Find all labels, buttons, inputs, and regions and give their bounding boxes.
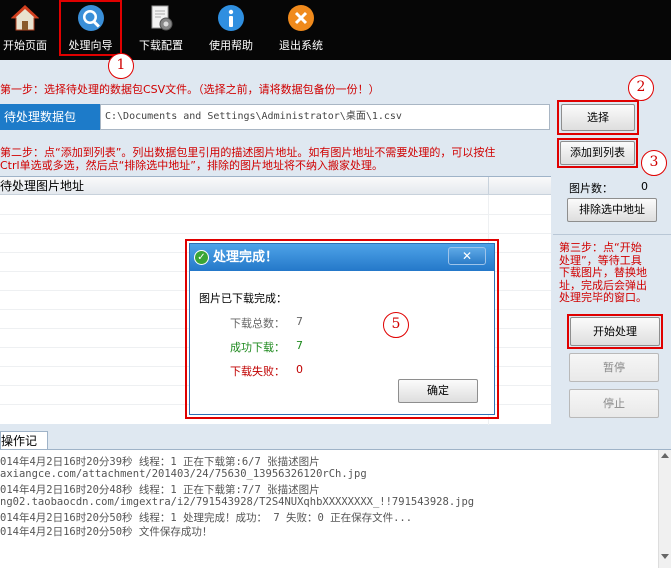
toolbar-start-page[interactable]: 开始页面 bbox=[0, 0, 50, 58]
check-icon: ✓ bbox=[194, 250, 209, 265]
pause-button[interactable]: 暂停 bbox=[569, 353, 659, 382]
step2-instruction-line2: Ctrl单选或多选，然后点“排除选中地址”，排除的图片地址将不纳入搬家处理。 bbox=[0, 159, 383, 172]
row-divider bbox=[0, 214, 551, 215]
exit-icon bbox=[288, 5, 314, 31]
close-button[interactable]: ✕ bbox=[448, 247, 486, 265]
fail-value: 0 bbox=[296, 363, 303, 376]
fail-label: 下载失败： bbox=[230, 365, 285, 378]
toolbar-label: 开始页面 bbox=[3, 39, 47, 52]
toolbar-download-config[interactable]: 下载配置 bbox=[130, 0, 192, 58]
right-control-panel: 图片数： 0 排除选中地址 第三步：点“开始 处理”，等待工具 下载图片，替换地… bbox=[553, 176, 671, 424]
step3-instruction: 第三步：点“开始 处理”，等待工具 下载图片，替换地 址，完成后会弹出 处理完毕… bbox=[559, 241, 647, 305]
log-line: 014年4月2日16时20分48秒 线程：1 正在下载第:7/7 张描述图片 bbox=[0, 484, 320, 496]
add-to-list-button[interactable]: 添加到列表 bbox=[560, 141, 635, 165]
log-scrollbar[interactable] bbox=[658, 450, 671, 568]
annotation-marker-2: 2 bbox=[628, 75, 654, 101]
select-file-button[interactable]: 选择 bbox=[561, 104, 635, 131]
log-panel: 014年4月2日16时20分39秒 线程：1 正在下载第:6/7 张描述图片 a… bbox=[0, 449, 671, 568]
stop-button[interactable]: 停止 bbox=[569, 389, 659, 418]
start-processing-button[interactable]: 开始处理 bbox=[570, 317, 660, 346]
column-divider bbox=[488, 177, 489, 195]
scroll-down-arrow-icon[interactable] bbox=[661, 554, 669, 559]
annotation-marker-5: 5 bbox=[383, 312, 409, 338]
log-line: 014年4月2日16时20分50秒 文件保存成功！ bbox=[0, 526, 213, 538]
annotation-marker-1: 1 bbox=[108, 53, 134, 79]
list-header: 待处理图片地址 bbox=[0, 177, 551, 195]
completion-dialog: 处理完成！ ✓ ✕ 图片已下载完成： 下载总数： 7 成功下载： 7 下载失败：… bbox=[189, 243, 495, 415]
toolbar-exit[interactable]: 退出系统 bbox=[270, 0, 332, 58]
toolbar-label: 使用帮助 bbox=[209, 39, 253, 52]
tab-operation-log[interactable]: 操作记录 bbox=[0, 431, 48, 466]
step3-line: 第三步：点“开始 bbox=[559, 241, 642, 254]
ok-button[interactable]: 确定 bbox=[398, 379, 478, 403]
success-value: 7 bbox=[296, 339, 303, 352]
scroll-up-arrow-icon[interactable] bbox=[661, 453, 669, 458]
total-value: 7 bbox=[296, 315, 303, 328]
toolbar-label: 退出系统 bbox=[279, 39, 323, 52]
list-header-label: 待处理图片地址 bbox=[0, 179, 85, 193]
log-line: ng02.taobaocdn.com/imgextra/i2/791543928… bbox=[0, 496, 475, 508]
gear-document-icon bbox=[151, 5, 173, 31]
image-count-value: 0 bbox=[641, 180, 648, 193]
total-label: 下载总数： bbox=[230, 317, 285, 330]
data-package-label: 待处理数据包 bbox=[0, 104, 100, 130]
house-icon bbox=[11, 5, 39, 31]
row-divider bbox=[0, 233, 551, 234]
csv-path-field[interactable]: C:\Documents and Settings\Administrator\… bbox=[100, 104, 550, 130]
toolbar-label: 下载配置 bbox=[139, 39, 183, 52]
success-label: 成功下载： bbox=[230, 341, 285, 354]
exclude-selected-button[interactable]: 排除选中地址 bbox=[567, 198, 657, 222]
dialog-title-text: 处理完成！ bbox=[213, 250, 279, 265]
log-line: axiangce.com/attachment/201403/24/75630_… bbox=[0, 468, 367, 480]
toolbar-help[interactable]: 使用帮助 bbox=[200, 0, 262, 58]
log-line: 014年4月2日16时20分39秒 线程：1 正在下载第:6/7 张描述图片 bbox=[0, 456, 320, 468]
wizard-highlight-box bbox=[59, 0, 122, 56]
toolbar: 开始页面 处理向导 下载配置 使用帮助 退出系统 bbox=[0, 0, 671, 60]
panel-divider bbox=[553, 234, 671, 235]
log-line: 014年4月2日16时20分50秒 线程：1 处理完成！成功： 7 失败：0 正… bbox=[0, 512, 413, 524]
image-count-label: 图片数： bbox=[569, 182, 613, 195]
annotation-marker-3: 3 bbox=[641, 150, 667, 176]
step3-line: 下载图片，替换地 bbox=[559, 266, 647, 279]
dialog-heading: 图片已下载完成： bbox=[199, 292, 287, 305]
step3-line: 处理完毕的窗口。 bbox=[559, 291, 647, 304]
info-icon bbox=[218, 5, 244, 31]
step1-instruction: 第一步：选择待处理的数据包CSV文件。（选择之前，请将数据包备份一份！） bbox=[0, 83, 380, 96]
